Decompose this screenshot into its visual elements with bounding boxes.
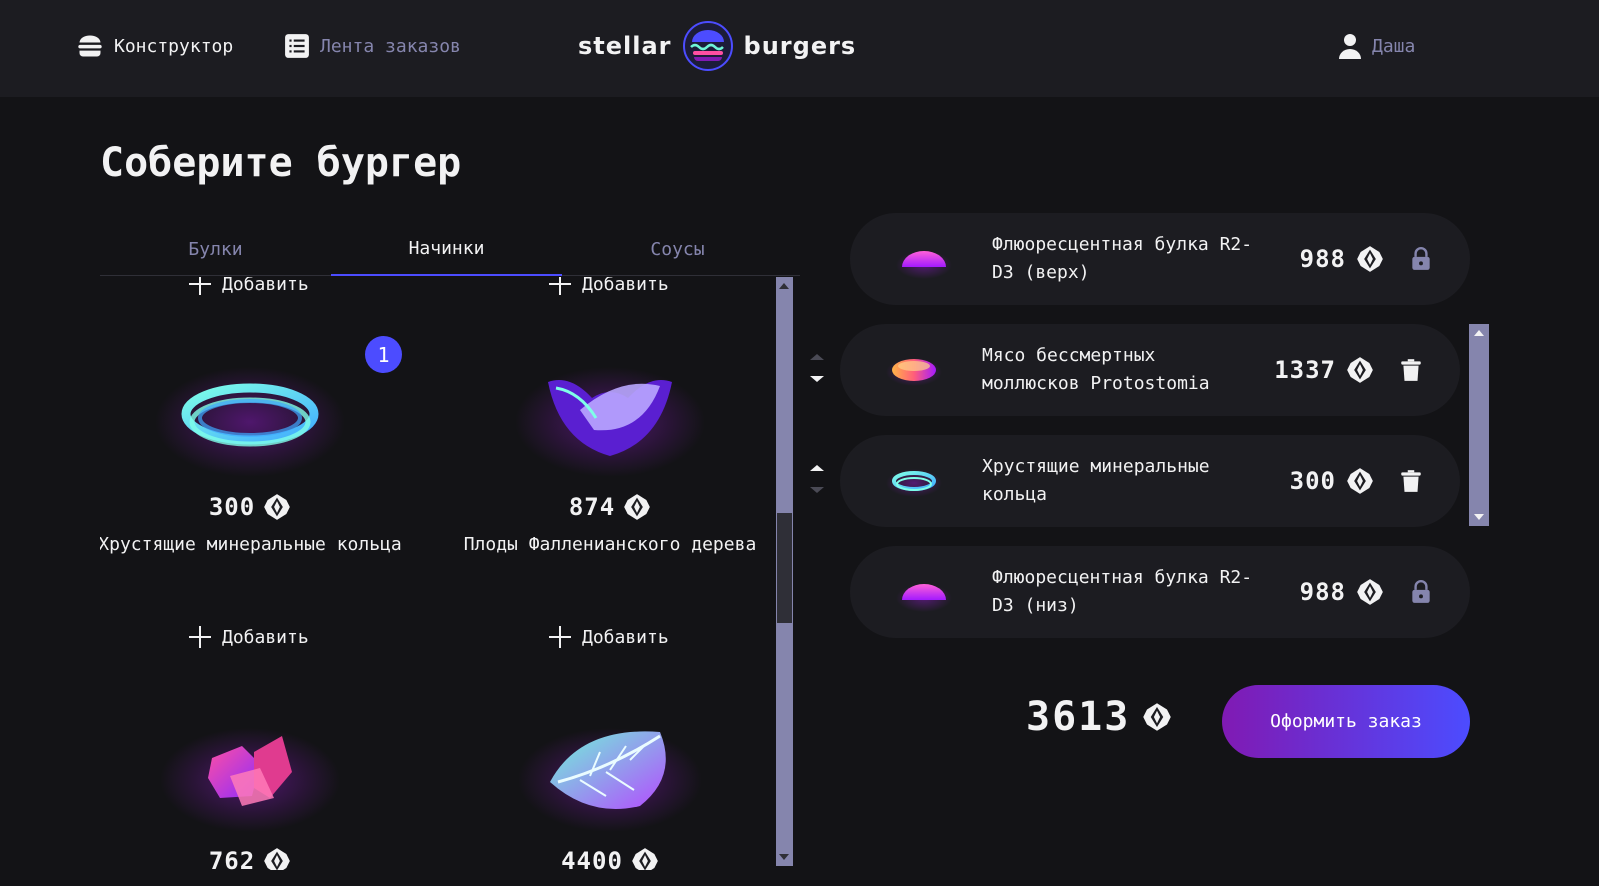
nav-profile-label: Даша (1372, 35, 1416, 57)
constructor-item-name: Мясо бессмертных моллюсков Protostomia (982, 345, 1210, 394)
place-order-button[interactable]: Оформить заказ (1222, 685, 1470, 758)
price-value: 1337 (1274, 356, 1336, 384)
scroll-up-arrow-icon[interactable] (1474, 330, 1484, 336)
drag-handle[interactable] (810, 350, 824, 390)
currency-icon (1356, 245, 1384, 273)
currency-icon (263, 493, 291, 521)
add-button-label: Добавить (222, 626, 309, 648)
leaf-image (445, 701, 775, 841)
add-button[interactable]: Добавить (188, 277, 309, 296)
nav-order-feed-label: Лента заказов (320, 35, 461, 57)
total-value: 3613 (1026, 694, 1131, 740)
drag-down-icon (810, 376, 824, 382)
currency-icon (1142, 702, 1172, 732)
price-value: 762 (208, 847, 256, 870)
mineral-rings-image (100, 347, 415, 487)
drag-up-icon (810, 354, 824, 360)
constructor-filling[interactable]: Хрустящие минеральные кольца 300 (840, 435, 1460, 527)
bun-image (886, 229, 962, 289)
bun-image (886, 562, 962, 622)
constructor-item-price: 988 (1300, 245, 1384, 273)
nav-constructor[interactable]: Конструктор (76, 30, 233, 62)
currency-icon (263, 847, 291, 870)
mineral-rings-image (876, 451, 952, 511)
constructor-scrollbar[interactable] (1469, 324, 1489, 526)
ingredient-name: Хрустящие минеральные кольца (100, 534, 402, 555)
order-total: 3613 (1026, 694, 1172, 740)
constructor-item-price: 1337 (1274, 356, 1374, 384)
ingredient-counter: 1 (365, 336, 402, 373)
fallen-fruit-image (445, 347, 775, 487)
drag-down-icon (810, 487, 824, 493)
constructor-item-price: 300 (1290, 467, 1374, 495)
constructor-bun-top: Флюоресцентная булка R2-D3 (верх) 988 (850, 213, 1470, 305)
constructor-item-name: Флюоресцентная булка R2-D3 (верх) (992, 234, 1253, 283)
ingredient-price: 762 (100, 847, 415, 870)
ingredient-price: 300 (100, 493, 415, 521)
plus-icon (548, 277, 572, 296)
ingredient-name: Плоды Фалленианского дерева (463, 534, 757, 555)
price-value: 300 (208, 493, 256, 521)
ingredient-scrollbar[interactable] (776, 277, 793, 866)
trash-icon[interactable] (1398, 357, 1424, 383)
scrollbar-thumb[interactable] (777, 513, 792, 623)
price-value: 874 (568, 493, 616, 521)
price-value: 988 (1299, 245, 1346, 273)
scroll-down-arrow-icon[interactable] (1474, 514, 1484, 520)
logo[interactable]: stellar burgers (578, 18, 918, 74)
plus-icon (188, 625, 212, 649)
logo-text-right: burgers (743, 32, 857, 60)
currency-icon (623, 493, 651, 521)
lock-icon (1408, 246, 1434, 272)
drag-up-icon (810, 465, 824, 471)
ingredient-list: Добавить Добавить 1 300 Хрустящие минера… (100, 277, 776, 870)
nav-constructor-label: Конструктор (114, 35, 234, 57)
plus-icon (548, 625, 572, 649)
nav-profile[interactable]: Даша (1338, 30, 1415, 62)
add-button[interactable]: Добавить (188, 625, 309, 649)
constructor-item-price: 988 (1300, 578, 1384, 606)
user-icon (1339, 34, 1361, 59)
price-value: 988 (1299, 578, 1346, 606)
drag-handle[interactable] (810, 461, 824, 501)
plus-icon (188, 277, 212, 296)
ingredient-price: 874 (445, 493, 775, 521)
add-button-label: Добавить (582, 626, 669, 648)
add-button-label: Добавить (222, 277, 309, 295)
constructor-bun-bottom: Флюоресцентная булка R2-D3 (низ) 988 (850, 546, 1470, 638)
constructor-item-name: Хрустящие минеральные кольца (982, 456, 1210, 505)
lock-icon (1408, 579, 1434, 605)
constructor-item-name: Флюоресцентная булка R2-D3 (низ) (992, 567, 1253, 616)
meat-image (876, 340, 952, 400)
crystals-image (100, 701, 415, 841)
nav-order-feed[interactable]: Лента заказов (284, 30, 461, 62)
app-header: Конструктор Лента заказов stellar burger… (0, 0, 1599, 97)
logo-text-left: stellar (578, 32, 672, 60)
price-value: 4400 (561, 847, 623, 870)
add-button[interactable]: Добавить (548, 625, 669, 649)
tab-sauces[interactable]: Соусы (562, 222, 793, 276)
currency-icon (1356, 578, 1384, 606)
price-value: 300 (1289, 467, 1336, 495)
currency-icon (631, 847, 659, 870)
ingredient-tabs: Булки Начинки Соусы (100, 222, 800, 276)
scroll-down-arrow-icon[interactable] (779, 854, 789, 860)
list-icon (285, 34, 309, 58)
logo-burger-icon (682, 21, 733, 71)
constructor-filling[interactable]: Мясо бессмертных моллюсков Protostomia 1… (840, 324, 1460, 416)
add-button-label: Добавить (582, 277, 669, 295)
scroll-up-arrow-icon[interactable] (779, 283, 789, 289)
tab-buns[interactable]: Булки (100, 222, 331, 276)
add-button[interactable]: Добавить (548, 277, 669, 296)
burger-icon (78, 35, 102, 57)
ingredient-price: 4400 (445, 847, 775, 870)
page-title: Соберите бургер (100, 140, 462, 186)
trash-icon[interactable] (1398, 468, 1424, 494)
tab-fillings[interactable]: Начинки (331, 222, 562, 276)
currency-icon (1346, 467, 1374, 495)
currency-icon (1346, 356, 1374, 384)
